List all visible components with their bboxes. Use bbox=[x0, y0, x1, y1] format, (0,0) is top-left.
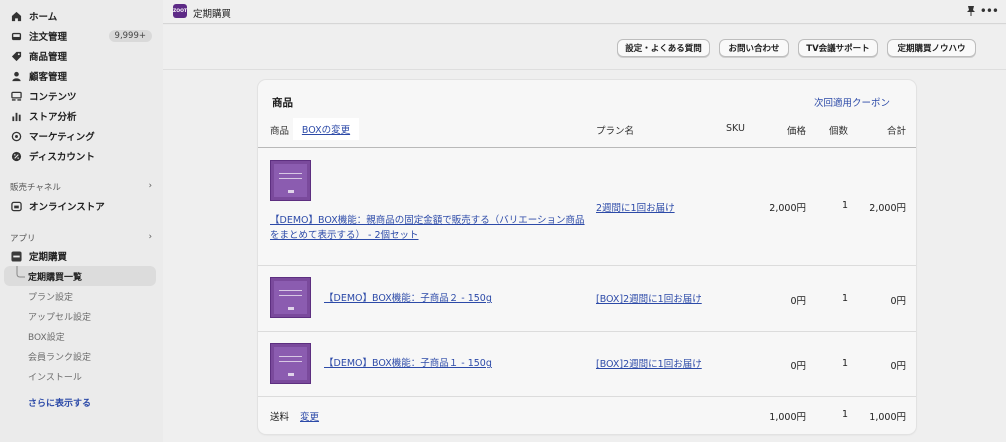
row-separator bbox=[258, 396, 916, 397]
sidebar-subitem-subscription-list[interactable]: 定期購買一覧 bbox=[4, 266, 156, 286]
sidebar-item-label: ディスカウント bbox=[29, 152, 95, 163]
sidebar: ホーム 注文管理 9,999+ 商品管理 顧客管理 コンテンツ ストア分析 マー… bbox=[0, 0, 163, 442]
shipping-change-link[interactable]: 変更 bbox=[300, 409, 319, 423]
sidebar-item-label: 顧客管理 bbox=[29, 72, 68, 83]
row-price: 2,000円 bbox=[769, 203, 806, 214]
product-link[interactable]: 【DEMO】BOX機能：子商品２ - 150g bbox=[324, 291, 492, 306]
order-count-badge: 9,999+ bbox=[108, 30, 152, 42]
column-header-sku: SKU bbox=[726, 123, 745, 134]
sidebar-item-marketing[interactable]: マーケティング bbox=[4, 126, 156, 146]
more-actions-icon[interactable]: ••• bbox=[980, 4, 999, 18]
plan-link[interactable]: [BOX]2週間に1回お届け bbox=[596, 356, 702, 370]
next-coupon-link[interactable]: 次回適用クーポン bbox=[814, 95, 890, 109]
subscription-knowhow-button[interactable]: 定期購買ノウハウ bbox=[887, 39, 976, 57]
inbox-icon bbox=[10, 30, 22, 42]
column-header-plan: プラン名 bbox=[596, 126, 635, 137]
sidebar-subitem-upsell-settings[interactable]: アップセル設定 bbox=[28, 310, 91, 323]
sidebar-item-home[interactable]: ホーム bbox=[4, 6, 156, 26]
tree-branch-icon bbox=[16, 266, 25, 278]
product-link[interactable]: 【DEMO】BOX機能：親商品の固定金額で販売する（バリエーション商品をまとめて… bbox=[270, 213, 590, 243]
row-price: 0円 bbox=[790, 361, 806, 372]
sidebar-item-label: マーケティング bbox=[29, 132, 95, 143]
shipping-total: 1,000円 bbox=[869, 412, 906, 423]
column-header-qty: 個数 bbox=[828, 126, 848, 137]
row-qty: 1 bbox=[841, 358, 848, 369]
sidebar-item-label: ホーム bbox=[29, 12, 58, 23]
content-icon bbox=[10, 90, 22, 102]
main-content: 設定・よくある質問 お問い合わせ TV会議サポート 定期購買ノウハウ 商品 次回… bbox=[163, 25, 1006, 442]
sidebar-item-products[interactable]: 商品管理 bbox=[4, 46, 156, 66]
sidebar-subitem-install[interactable]: インストール bbox=[28, 370, 82, 383]
person-icon bbox=[10, 70, 22, 82]
bar-chart-icon bbox=[10, 110, 22, 122]
sidebar-subitem-plan-settings[interactable]: プラン設定 bbox=[28, 290, 73, 303]
settings-faq-button[interactable]: 設定・よくある質問 bbox=[617, 39, 710, 57]
row-qty: 1 bbox=[841, 200, 848, 211]
products-card: 商品 次回適用クーポン 商品 BOXの変更 プラン名 SKU 価格 個数 合計 … bbox=[258, 80, 916, 434]
apps-heading[interactable]: アプリ › bbox=[10, 232, 152, 244]
app-title: 定期購買 bbox=[193, 9, 232, 20]
sidebar-item-label: コンテンツ bbox=[29, 92, 77, 103]
gear-badge-icon bbox=[10, 150, 22, 162]
card-title: 商品 bbox=[272, 97, 293, 109]
sidebar-item-subscription-app[interactable]: 定期購買 bbox=[4, 246, 156, 266]
row-total: 0円 bbox=[890, 296, 906, 307]
chevron-right-icon: › bbox=[148, 232, 152, 242]
sidebar-item-online-store[interactable]: オンラインストア bbox=[4, 196, 156, 216]
row-total: 2,000円 bbox=[869, 203, 906, 214]
product-thumbnail[interactable] bbox=[270, 343, 311, 384]
column-header-product: 商品 bbox=[270, 126, 290, 137]
pin-icon[interactable] bbox=[966, 5, 976, 20]
plan-link[interactable]: [BOX]2週間に1回お届け bbox=[596, 291, 702, 305]
sidebar-item-content[interactable]: コンテンツ bbox=[4, 86, 156, 106]
target-icon bbox=[10, 130, 22, 142]
row-separator bbox=[258, 331, 916, 332]
sidebar-item-label: ストア分析 bbox=[29, 112, 77, 123]
sidebar-item-label: 注文管理 bbox=[29, 32, 68, 43]
store-icon bbox=[10, 200, 22, 212]
app-logo: ZOOT bbox=[173, 4, 187, 18]
sidebar-item-orders[interactable]: 注文管理 9,999+ bbox=[4, 26, 156, 46]
sales-channels-heading[interactable]: 販売チャネル › bbox=[10, 181, 152, 193]
tag-icon bbox=[10, 50, 22, 62]
product-thumbnail[interactable] bbox=[270, 277, 311, 318]
sidebar-subitem-member-rank-settings[interactable]: 会員ランク設定 bbox=[28, 350, 91, 363]
header-separator bbox=[258, 147, 916, 148]
shipping-qty: 1 bbox=[841, 409, 848, 420]
chevron-right-icon: › bbox=[148, 181, 152, 191]
sidebar-item-analytics[interactable]: ストア分析 bbox=[4, 106, 156, 126]
sidebar-item-discounts[interactable]: ディスカウント bbox=[4, 146, 156, 166]
column-header-total: 合計 bbox=[886, 126, 906, 137]
plan-link[interactable]: 2週間に1回お届け bbox=[596, 200, 675, 214]
app-logo-icon bbox=[10, 250, 22, 262]
show-more-link[interactable]: さらに表示する bbox=[28, 396, 91, 409]
app-topbar: ZOOT 定期購買 ••• bbox=[163, 0, 1006, 24]
video-support-button[interactable]: TV会議サポート bbox=[798, 39, 878, 57]
contact-button[interactable]: お問い合わせ bbox=[719, 39, 789, 57]
sidebar-item-label: 商品管理 bbox=[29, 52, 68, 63]
sidebar-item-customers[interactable]: 顧客管理 bbox=[4, 66, 156, 86]
sidebar-item-label: 定期購買 bbox=[29, 252, 68, 263]
sidebar-item-label: オンラインストア bbox=[29, 202, 105, 213]
box-change-link[interactable]: BOXの変更 bbox=[293, 118, 359, 140]
row-qty: 1 bbox=[841, 293, 848, 304]
product-link[interactable]: 【DEMO】BOX機能：子商品１ - 150g bbox=[324, 356, 492, 371]
sidebar-subitem-box-settings[interactable]: BOX設定 bbox=[28, 330, 65, 343]
home-icon bbox=[10, 10, 22, 22]
header-divider bbox=[163, 69, 1006, 70]
row-separator bbox=[258, 265, 916, 266]
column-header-price: 価格 bbox=[786, 126, 806, 137]
row-price: 0円 bbox=[790, 296, 806, 307]
row-total: 0円 bbox=[890, 361, 906, 372]
product-thumbnail[interactable] bbox=[270, 160, 311, 201]
shipping-label: 送料 bbox=[270, 412, 290, 423]
shipping-price: 1,000円 bbox=[769, 412, 806, 423]
